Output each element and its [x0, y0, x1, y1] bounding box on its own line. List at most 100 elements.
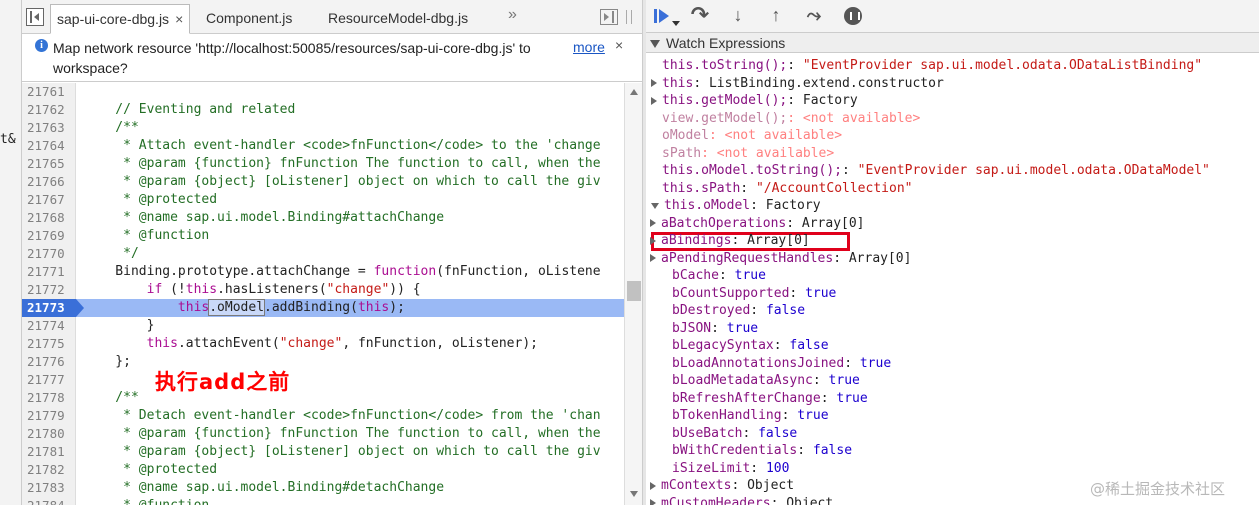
code-token: * @name sap.ui.model.Binding#detachChang… [84, 480, 445, 495]
drag-handle-icon[interactable] [626, 10, 632, 24]
watch-item[interactable]: this.oModel.toString();: "EventProvider … [662, 162, 1210, 180]
line-number[interactable]: 21784 [22, 497, 76, 505]
debugger-toggle-icon[interactable] [600, 9, 618, 25]
line-number[interactable]: 21764 [22, 137, 76, 155]
watch-item[interactable]: this.sPath: "/AccountCollection" [662, 180, 912, 198]
watch-item[interactable]: this.toString();: "EventProvider sap.ui.… [662, 57, 1202, 75]
watch-token: : Array[0] [833, 250, 912, 266]
watch-item[interactable]: bUseBatch: false [672, 425, 797, 443]
line-number[interactable]: 21772 [22, 281, 76, 299]
watch-item[interactable]: this.getModel();: Factory [651, 92, 858, 110]
more-link[interactable]: more [573, 39, 605, 55]
watch-item[interactable]: bJSON: true [672, 320, 758, 338]
tab-resource-model[interactable]: ResourceModel-dbg.js [328, 4, 468, 34]
watch-token: sPath [662, 145, 702, 161]
watch-item[interactable]: view.getModel();: <not available> [662, 110, 920, 128]
line-number[interactable]: 21781 [22, 443, 76, 461]
line-number[interactable]: 21768 [22, 209, 76, 227]
code-line: 21766 * @param {object} [oListener] obje… [22, 173, 624, 191]
code-line: 21774 } [22, 317, 624, 335]
watch-item[interactable]: bLoadAnnotationsJoined: true [672, 355, 891, 373]
collapsed-triangle-icon[interactable] [650, 236, 656, 245]
line-number[interactable]: 21783 [22, 479, 76, 497]
code-view[interactable]: 21761 21762 // Eventing and related 21763 … [22, 83, 624, 505]
collapsed-triangle-icon[interactable] [650, 254, 656, 262]
line-number[interactable]: 21773 [22, 299, 84, 317]
watch-item[interactable]: bCache: true [672, 267, 766, 285]
line-number[interactable]: 21762 [22, 101, 76, 119]
code-line: 21783 * @name sap.ui.model.Binding#detac… [22, 479, 624, 497]
watch-item[interactable]: aBatchOperations: Array[0] [650, 215, 865, 233]
watch-token: "EventProvider sap.ui.model.odata.ODataM… [857, 163, 1210, 178]
line-number[interactable]: 21771 [22, 263, 76, 281]
collapsed-triangle-icon[interactable] [650, 499, 656, 505]
section-title: Watch Expressions [666, 35, 786, 51]
watch-item[interactable]: bWithCredentials: false [672, 442, 852, 460]
tab-component[interactable]: Component.js [206, 4, 292, 34]
code-line: 21772 if (!this.hasListeners("change")) … [22, 281, 624, 299]
close-icon[interactable]: × [175, 11, 183, 27]
watch-item[interactable]: bLoadMetadataAsync: true [672, 372, 860, 390]
watch-item[interactable]: this: ListBinding.extend.constructor [651, 75, 944, 93]
line-number[interactable]: 21782 [22, 461, 76, 479]
watch-item[interactable]: mCustomHeaders: Object [650, 495, 833, 505]
expanded-triangle-icon[interactable] [651, 202, 659, 209]
scroll-down-icon[interactable] [630, 491, 638, 497]
code-token: * Attach event-handler <code>fnFunction<… [84, 138, 601, 153]
current-execution-line: 21773 this.oModel.addBinding(this); [22, 299, 624, 317]
watch-item[interactable]: bLegacySyntax: false [672, 337, 829, 355]
line-number[interactable]: 21766 [22, 173, 76, 191]
line-number[interactable]: 21776 [22, 353, 76, 371]
watch-token: this.toString(); [662, 58, 788, 73]
code-text: * @name sap.ui.model.Binding#attachChang… [84, 209, 444, 227]
watch-expressions-header[interactable]: Watch Expressions [646, 33, 1259, 53]
line-number[interactable]: 21765 [22, 155, 76, 173]
watch-token: : Factory [750, 198, 821, 213]
line-number[interactable]: 21779 [22, 407, 76, 425]
more-tabs-icon[interactable]: » [508, 6, 517, 24]
line-number[interactable]: 21774 [22, 317, 76, 335]
watch-item[interactable]: bTokenHandling: true [672, 407, 829, 425]
line-number[interactable]: 21780 [22, 425, 76, 443]
tab-sap-ui-core[interactable]: sap-ui-core-dbg.js × [50, 4, 191, 34]
line-number[interactable]: 21777 [22, 371, 76, 389]
close-icon[interactable]: × [615, 37, 623, 53]
watch-item[interactable]: sPath: <not available> [662, 145, 834, 163]
collapsed-triangle-icon[interactable] [650, 481, 656, 490]
watch-item[interactable]: aPendingRequestHandles: Array[0] [650, 250, 911, 268]
line-number[interactable]: 21761 [22, 83, 76, 101]
watermark: @稀土掘金技术社区 [1090, 480, 1226, 498]
step-over-icon[interactable]: ↷ [688, 4, 712, 27]
collapsed-triangle-icon[interactable] [651, 79, 657, 87]
line-number[interactable]: 21778 [22, 389, 76, 407]
watch-item[interactable]: bCountSupported: true [672, 285, 836, 303]
line-number[interactable]: 21767 [22, 191, 76, 209]
watch-item[interactable]: aBindings: Array[0] [650, 232, 810, 250]
watch-item[interactable]: mContexts: Object [650, 477, 794, 495]
line-number[interactable]: 21775 [22, 335, 76, 353]
pause-on-exceptions-icon[interactable] [842, 5, 866, 27]
watch-item[interactable]: oModel: <not available> [662, 127, 842, 145]
line-number[interactable]: 21763 [22, 119, 76, 137]
line-number[interactable]: 21769 [22, 227, 76, 245]
deactivate-breakpoints-icon[interactable]: ⤳ [802, 5, 826, 27]
line-number[interactable]: 21770 [22, 245, 76, 263]
code-line: 21782 * @protected [22, 461, 624, 479]
watch-item[interactable]: iSizeLimit: 100 [672, 460, 789, 478]
code-token: Binding.prototype.attachChange = [84, 264, 374, 279]
code-token: */ [84, 246, 139, 261]
watch-item[interactable]: this.oModel: Factory [651, 197, 821, 215]
watch-item[interactable]: bRefreshAfterChange: true [672, 390, 868, 408]
scroll-thumb[interactable] [627, 281, 641, 301]
watch-token: : [787, 110, 803, 126]
navigator-toggle-icon[interactable] [26, 8, 44, 26]
collapsed-triangle-icon[interactable] [650, 219, 656, 227]
collapsed-triangle-icon[interactable] [651, 96, 657, 105]
step-into-icon[interactable]: ↓ [726, 5, 750, 27]
watch-token: true [797, 408, 829, 423]
watch-item[interactable]: bDestroyed: false [672, 302, 805, 320]
resume-icon[interactable] [650, 5, 680, 27]
vertical-scrollbar[interactable] [624, 83, 642, 505]
step-out-icon[interactable]: ↑ [764, 5, 788, 27]
scroll-up-icon[interactable] [630, 89, 638, 95]
